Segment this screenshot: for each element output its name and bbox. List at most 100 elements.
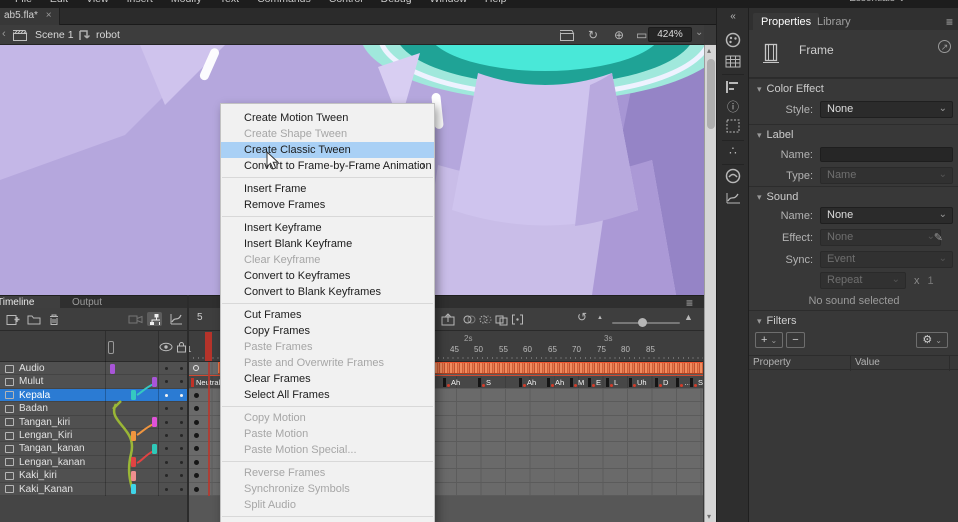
layer-name[interactable]: Audio [19, 363, 45, 374]
keyframe-marker[interactable] [478, 378, 481, 387]
section-header-color-effect[interactable]: ▾Color Effect [757, 83, 824, 95]
rotate-stage-icon[interactable]: ↻ [588, 28, 598, 42]
breadcrumb-scene[interactable]: Scene 1 [35, 29, 74, 41]
menu-help[interactable]: Help [476, 0, 516, 7]
parenting-bar-audio[interactable] [110, 364, 115, 374]
section-header-filters[interactable]: ▾Filters [757, 315, 796, 327]
parenting-bar-kaki-kanan[interactable] [131, 484, 136, 494]
menu-window[interactable]: Window [421, 0, 476, 7]
layer-lock-dot[interactable] [180, 461, 183, 464]
layer-frames-divider[interactable] [187, 295, 189, 522]
menu-item-remove-frames[interactable]: Remove Frames [221, 197, 434, 213]
keyframe-marker[interactable] [655, 378, 658, 387]
edit-multiple-frames-icon[interactable] [495, 313, 508, 326]
menu-item-cut-frames[interactable]: Cut Frames [221, 307, 434, 323]
graph-editor-icon[interactable] [169, 313, 183, 326]
menu-control[interactable]: Control [320, 0, 372, 7]
menu-item-split-audio[interactable]: Split Audio [221, 497, 434, 513]
menu-item-copy-motion[interactable]: Copy Motion [221, 410, 434, 426]
parenting-bar-kepala[interactable] [131, 390, 136, 400]
info-icon[interactable]: ⓘ [717, 98, 749, 115]
section-header-label[interactable]: ▾Label [757, 129, 793, 141]
panel-menu-icon[interactable]: ≡ [946, 15, 953, 29]
menu-item-paste-motion[interactable]: Paste Motion [221, 426, 434, 442]
delete-layer-icon[interactable] [48, 313, 60, 326]
keyframe-marker[interactable] [570, 378, 573, 387]
new-layer-icon[interactable] [6, 313, 20, 326]
keyframe-marker[interactable] [588, 378, 591, 387]
quick-share-icon[interactable]: ↗ [938, 40, 951, 53]
menu-debug[interactable]: Debug [372, 0, 421, 7]
menu-file[interactable]: File [6, 0, 41, 7]
onion-skin-outlines-icon[interactable] [479, 313, 492, 326]
layer-parenting-icon[interactable] [147, 312, 162, 326]
keyframe-dot[interactable] [194, 420, 199, 425]
align-icon[interactable] [717, 80, 749, 94]
keyframe-dot[interactable] [194, 433, 199, 438]
section-header-sound[interactable]: ▾Sound [757, 191, 798, 203]
zoom-level-input[interactable]: 424% [648, 27, 692, 42]
parenting-bar-lengan-kanan[interactable] [131, 457, 136, 467]
filter-options[interactable]: ⚙ ⌄ [916, 332, 951, 348]
keyframe-marker[interactable] [676, 378, 679, 387]
vertical-scrollbar[interactable]: ▴ ▾ [704, 45, 716, 522]
keyframe-dot[interactable] [194, 406, 199, 411]
layer-lock-dot[interactable] [180, 488, 183, 491]
clip-stage-icon[interactable] [560, 30, 575, 41]
zoom-dropdown-icon[interactable]: ⌄ [695, 27, 703, 38]
keyframe-dot[interactable] [194, 460, 199, 465]
layer-lock-dot[interactable] [180, 367, 183, 370]
layer-lock-dot[interactable] [180, 394, 183, 397]
layer-name[interactable]: Kepala [19, 390, 50, 401]
keyframe-marker[interactable] [547, 378, 550, 387]
playhead[interactable] [205, 332, 212, 361]
layer-name[interactable]: Kaki_Kanan [19, 484, 73, 495]
zoom-out-timeline-icon[interactable]: ▲ [597, 315, 603, 321]
motion-editor-icon[interactable] [717, 191, 749, 205]
layer-name[interactable]: Mulut [19, 376, 43, 387]
scroll-down-icon[interactable]: ▾ [707, 512, 711, 521]
dots-icon[interactable]: ∴ [717, 144, 749, 158]
menu-item-insert-frame[interactable]: Insert Frame [221, 181, 434, 197]
layer-name[interactable]: Kaki_kiri [19, 470, 57, 481]
close-icon[interactable]: × [46, 10, 52, 21]
transform-icon[interactable] [717, 119, 749, 133]
layer-name[interactable]: Badan [19, 403, 48, 414]
frame-range-icon[interactable] [511, 313, 524, 326]
add-filter-button[interactable]: + ⌄ [755, 332, 783, 348]
menu-item-clear-frames[interactable]: Clear Frames [221, 371, 434, 387]
menu-edit[interactable]: Edit [41, 0, 77, 7]
workspace-switcher[interactable]: Essentials ⌄ [849, 0, 906, 7]
export-frames-icon[interactable] [441, 313, 455, 326]
fit-view-icon[interactable]: ▭ [636, 28, 647, 42]
layer-name[interactable]: Tangan_kanan [19, 443, 85, 454]
keyframe-marker[interactable] [519, 378, 522, 387]
menu-item-paste-and-overwrite-frames[interactable]: Paste and Overwrite Frames [221, 355, 434, 371]
onion-skin-icon[interactable] [463, 313, 476, 326]
sound-name-dropdown[interactable]: None ⌄ [820, 207, 953, 224]
loop-playback-icon[interactable]: ↺ [577, 310, 587, 324]
cc-libraries-icon[interactable] [717, 168, 749, 184]
menu-item-create-motion-tween[interactable]: Create Motion Tween [221, 110, 434, 126]
layer-lock-dot[interactable] [180, 474, 183, 477]
keyframe-dot[interactable] [194, 487, 199, 492]
menu-item-paste-frames[interactable]: Paste Frames [221, 339, 434, 355]
menu-item-clear-keyframe[interactable]: Clear Keyframe [221, 252, 434, 268]
keyframe-marker[interactable] [443, 378, 446, 387]
lock-icon[interactable] [176, 341, 187, 353]
label-name-input[interactable] [820, 147, 953, 162]
zoom-in-timeline-icon[interactable]: ▲ [684, 312, 693, 322]
keyframe-marker[interactable] [191, 378, 194, 387]
layer-name[interactable]: Lengan_kanan [19, 457, 85, 468]
layer-lock-dot[interactable] [180, 434, 183, 437]
new-folder-icon[interactable] [27, 313, 41, 325]
menu-item-insert-keyframe[interactable]: Insert Keyframe [221, 220, 434, 236]
menu-item-paste-motion-special[interactable]: Paste Motion Special... [221, 442, 434, 458]
parenting-bar-lengan-kiri[interactable] [131, 431, 136, 441]
menu-view[interactable]: View [77, 0, 118, 7]
menu-item-create-shape-tween[interactable]: Create Shape Tween [221, 126, 434, 142]
menu-item-insert-blank-keyframe[interactable]: Insert Blank Keyframe [221, 236, 434, 252]
menu-item-reverse-frames[interactable]: Reverse Frames [221, 465, 434, 481]
back-icon[interactable]: ‹ [2, 28, 6, 40]
menu-item-convert-to-blank-keyframes[interactable]: Convert to Blank Keyframes [221, 284, 434, 300]
